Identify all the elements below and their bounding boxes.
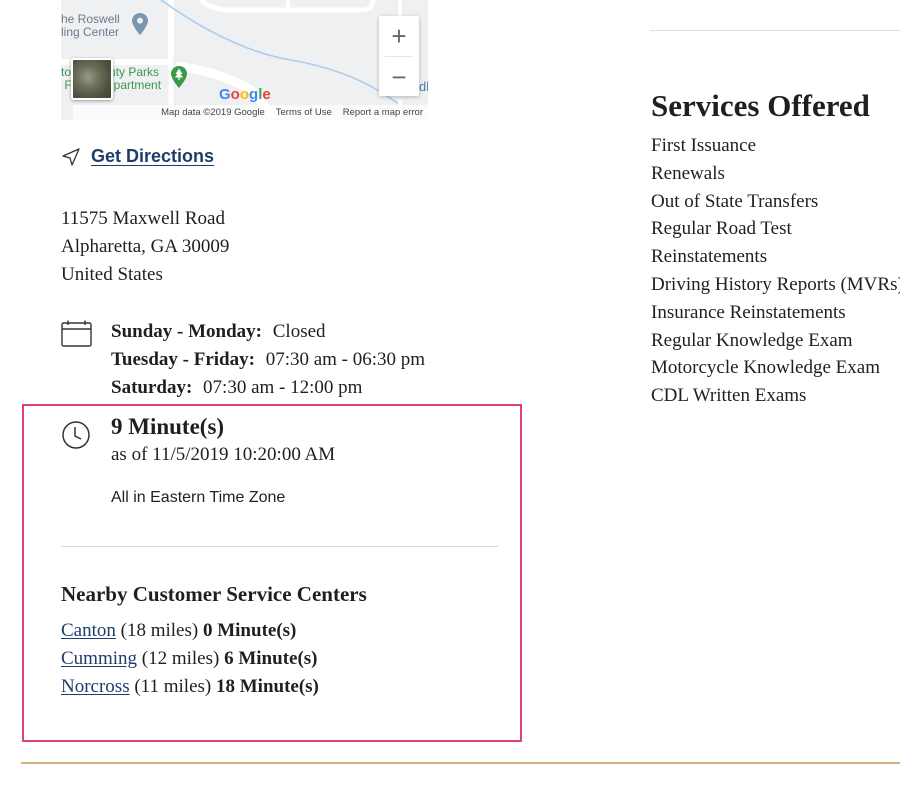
center-link-cumming[interactable]: Cumming (61, 648, 137, 669)
nearby-center-item: Cumming (12 miles) 6 Minute(s) (61, 645, 367, 673)
get-directions: Get Directions (61, 146, 214, 167)
service-item: Regular Knowledge Exam (651, 329, 853, 351)
hours-row: Saturday: 07:30 am - 12:00 pm (111, 377, 363, 398)
service-item: Renewals (651, 162, 725, 184)
center-distance: (11 miles) (134, 676, 212, 697)
address-line-2: Alpharetta, GA 30009 (61, 236, 230, 257)
park-tree-icon[interactable] (171, 66, 187, 88)
zoom-in-button[interactable]: + (379, 16, 419, 56)
nearby-heading: Nearby Customer Service Centers (61, 582, 367, 606)
service-item: Driving History Reports (MVRs) (651, 273, 900, 295)
service-item: Out of State Transfers (651, 190, 819, 212)
get-directions-link[interactable]: Get Directions (91, 146, 214, 167)
center-link-norcross[interactable]: Norcross (61, 676, 130, 697)
nearby-center-item: Canton (18 miles) 0 Minute(s) (61, 617, 367, 645)
center-link-canton[interactable]: Canton (61, 620, 116, 641)
map-pin-icon[interactable] (132, 13, 148, 35)
nearby-centers: Nearby Customer Service Centers Canton (… (61, 582, 367, 701)
service-item: Regular Road Test (651, 218, 792, 240)
hours-row: Tuesday - Friday: 07:30 am - 06:30 pm (111, 349, 426, 370)
service-item: Motorcycle Knowledge Exam (651, 357, 880, 379)
map-zoom-control: + − (379, 16, 419, 96)
center-distance: (12 miles) (141, 648, 220, 669)
service-item: First Issuance (651, 135, 757, 156)
terms-of-use-link[interactable]: Terms of Use (276, 107, 332, 118)
top-divider (650, 30, 900, 31)
poi-label-roswell: he Roswell ling Center (61, 12, 120, 39)
service-item: Reinstatements (651, 246, 768, 268)
clock-icon (62, 421, 90, 449)
navigation-arrow-icon (62, 147, 80, 166)
section-divider (61, 546, 498, 547)
location-map[interactable]: he Roswell ling Center to nty Parks Fpart… (61, 0, 428, 120)
zoom-out-button[interactable]: − (379, 57, 419, 97)
hours-row: Sunday - Monday: Closed (111, 321, 326, 342)
nearby-center-item: Norcross (11 miles) 18 Minute(s) (61, 673, 367, 701)
services-offered: Services Offered First Issuance Renewals… (651, 88, 900, 410)
address-line-3: United States (61, 264, 163, 285)
map-data-credit: Map data ©2019 Google (161, 107, 265, 118)
wait-time-value: 9 Minute(s) (111, 414, 225, 439)
address-line-1: 11575 Maxwell Road (61, 208, 225, 229)
calendar-icon (61, 320, 92, 347)
service-item: Insurance Reinstatements (651, 301, 846, 323)
satellite-view-toggle[interactable] (71, 58, 113, 100)
google-logo[interactable]: Google (219, 86, 271, 103)
map-edge-label: dl (419, 79, 428, 94)
timezone-note: All in Eastern Time Zone (111, 489, 286, 506)
address-block: 11575 Maxwell Road Alpharetta, GA 30009 … (61, 205, 229, 289)
footer-divider (21, 762, 900, 764)
wait-time-timestamp: as of 11/5/2019 10:20:00 AM (111, 444, 336, 465)
center-wait: 0 Minute(s) (202, 620, 297, 641)
center-wait: 6 Minute(s) (224, 648, 318, 669)
service-item: CDL Written Exams (651, 385, 807, 407)
center-wait: 18 Minute(s) (215, 676, 319, 697)
center-distance: (18 miles) (120, 620, 199, 641)
map-attribution: Map data ©2019 Google Terms of Use Repor… (73, 105, 428, 120)
services-heading: Services Offered (651, 88, 870, 123)
report-map-error-link[interactable]: Report a map error (343, 107, 423, 118)
